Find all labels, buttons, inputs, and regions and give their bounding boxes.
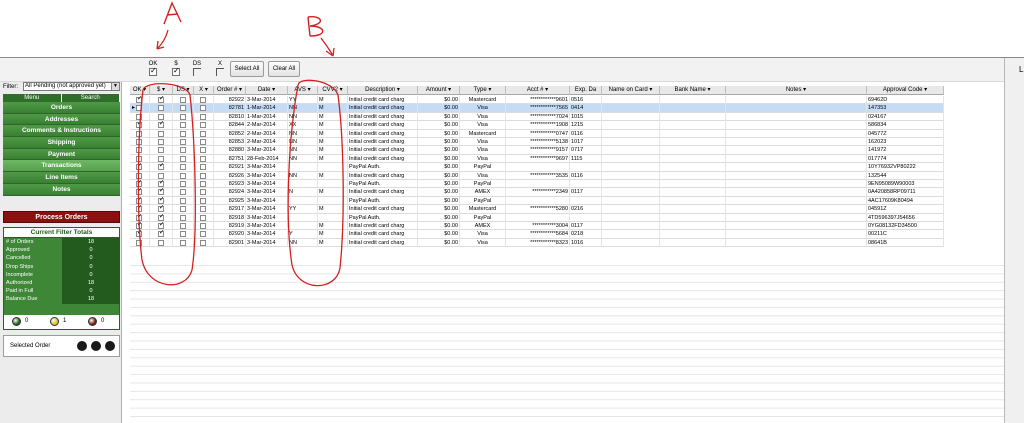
annotation-a-arrow bbox=[156, 29, 169, 50]
annotation-a-letter bbox=[163, 1, 182, 25]
annotation-b-arrow bbox=[320, 37, 335, 57]
annotation-b-loop bbox=[287, 79, 344, 287]
annotation-b-letter bbox=[307, 16, 324, 37]
annotation-a-loop bbox=[137, 83, 196, 286]
handwritten-annotations bbox=[137, 1, 344, 287]
